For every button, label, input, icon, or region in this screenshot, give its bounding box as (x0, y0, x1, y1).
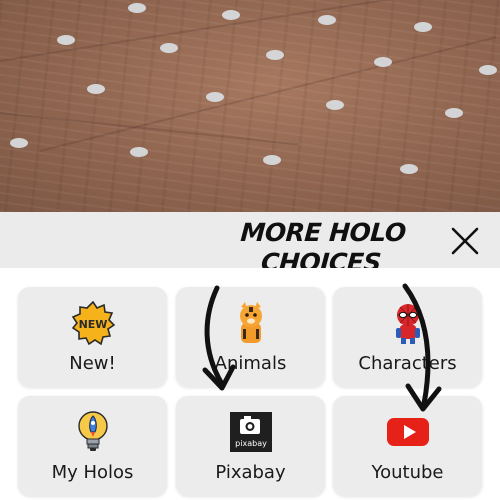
pixabay-icon: pixabay (229, 410, 273, 454)
fabric-dot (479, 65, 497, 75)
fabric-dot (266, 50, 284, 60)
tile-label: Characters (358, 353, 457, 374)
tiger-icon (229, 301, 273, 345)
pixabay-icon-text: pixabay (235, 439, 267, 448)
tile-my-holos[interactable]: My Holos (18, 396, 167, 496)
tile-new[interactable]: NEW New! (18, 287, 167, 387)
fabric-dot (10, 138, 28, 148)
svg-text:NEW: NEW (78, 318, 107, 331)
fabric-dot (57, 35, 75, 45)
tile-label: My Holos (51, 462, 134, 483)
tile-pixabay[interactable]: pixabay Pixabay (176, 396, 325, 496)
tile-label: Animals (214, 353, 287, 374)
tile-youtube[interactable]: Youtube (333, 396, 482, 496)
camera-view (0, 0, 500, 212)
fabric-dot (128, 3, 146, 13)
lightbulb-rocket-icon (71, 410, 115, 454)
fabric-dot (326, 100, 344, 110)
tile-label: New! (69, 353, 116, 374)
tile-animals[interactable]: Animals (176, 287, 325, 387)
tile-characters[interactable]: Characters (333, 287, 482, 387)
youtube-icon (386, 410, 430, 454)
tile-label: Youtube (371, 462, 444, 483)
fabric-dot (130, 147, 148, 157)
fabric-dot (400, 164, 418, 174)
fabric-dot (318, 15, 336, 25)
fabric-dot (222, 10, 240, 20)
spiderman-icon (386, 301, 430, 345)
fabric-dot (206, 92, 224, 102)
close-icon (451, 227, 479, 255)
fabric-dot (445, 108, 463, 118)
annotation-line-1: MORE HOLO (239, 218, 407, 247)
fabric-dot (374, 57, 392, 67)
fabric-dot (160, 43, 178, 53)
new-badge-icon: NEW (71, 301, 115, 345)
tile-label: Pixabay (215, 462, 286, 483)
fabric-dot (87, 84, 105, 94)
fabric-dot (414, 22, 432, 32)
close-button[interactable] (443, 222, 487, 260)
fabric-dot (263, 155, 281, 165)
fabric-fold (0, 112, 299, 146)
